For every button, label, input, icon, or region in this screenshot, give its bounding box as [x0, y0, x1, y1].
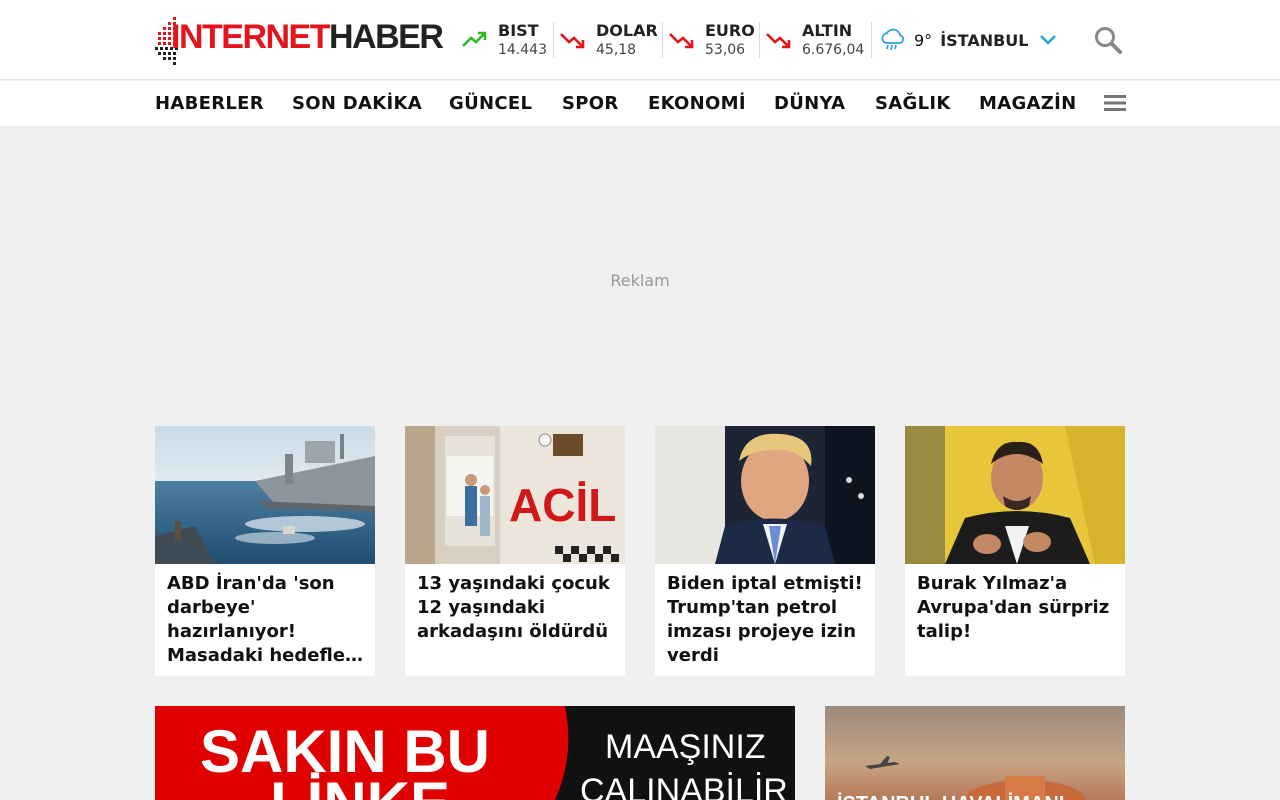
ticker-dolar[interactable]: DOLAR 45,18: [560, 20, 658, 60]
news-thumbnail: ACİL: [405, 426, 625, 564]
weather-temp: 9°: [914, 30, 933, 50]
ad-slot: Reklam: [0, 126, 1280, 426]
ticker-value: 45,18: [596, 42, 637, 58]
logo-wordmark: INTERNETHABER: [171, 17, 444, 57]
trend-down-icon: [766, 33, 791, 49]
news-card[interactable]: Burak Yılmaz'a Avrupa'dan sürpriz talip!: [905, 426, 1125, 676]
news-title[interactable]: 13 yaşındaki çocuk 12 yaşındaki arkadaşı…: [417, 572, 617, 644]
banner-text-4: ÇALINABİLİR: [580, 772, 788, 800]
site-logo[interactable]: INTERNETHABER: [155, 15, 444, 65]
side-card-text: İSTANBUL HAVALİMANI: [837, 792, 1064, 800]
ticker-value: 6.676,04: [802, 42, 865, 58]
news-title[interactable]: Burak Yılmaz'a Avrupa'dan sürpriz talip!: [917, 572, 1117, 644]
trend-up-icon: [462, 31, 487, 47]
banner-text-3: MAAŞINIZ: [605, 728, 766, 766]
weather-widget[interactable]: 9° İSTANBUL: [880, 24, 1057, 56]
ticker-value: 53,06: [705, 42, 746, 58]
logo-text-red: INTERNET: [171, 18, 331, 56]
ticker-value: 14.443: [498, 42, 547, 58]
header: INTERNETHABER BIST 14.443 DOLAR 45,18 EU…: [0, 0, 1280, 80]
main-nav: HABERLER SON DAKİKA GÜNCEL SPOR EKONOMİ …: [0, 81, 1280, 126]
trend-down-icon: [669, 33, 694, 49]
news-card[interactable]: Biden iptal etmişti! Trump'tan petrol im…: [655, 426, 875, 676]
nav-item-son-dakika[interactable]: SON DAKİKA: [292, 93, 422, 115]
news-thumbnail: [905, 426, 1125, 564]
divider: [759, 22, 760, 58]
acil-sign-text: ACİL: [509, 479, 616, 531]
news-title[interactable]: ABD İran'da 'son darbeye' hazırlanıyor! …: [167, 572, 367, 668]
nav-item-guncel[interactable]: GÜNCEL: [449, 93, 532, 115]
nav-item-dunya[interactable]: DÜNYA: [774, 93, 845, 115]
rain-cloud-icon: [881, 28, 904, 51]
news-thumbnail: [155, 426, 375, 564]
nav-item-spor[interactable]: SPOR: [562, 93, 619, 115]
ticker-bist[interactable]: BIST 14.443: [462, 20, 547, 60]
news-title[interactable]: Biden iptal etmişti! Trump'tan petrol im…: [667, 572, 867, 668]
ticker-name: BIST: [498, 21, 539, 40]
ticker-name: ALTIN: [802, 21, 853, 40]
nav-item-haberler[interactable]: HABERLER: [155, 93, 264, 115]
news-card[interactable]: ABD İran'da 'son darbeye' hazırlanıyor! …: [155, 426, 375, 676]
nav-item-saglik[interactable]: SAĞLIK: [875, 93, 951, 115]
nav-item-magazin[interactable]: MAGAZİN: [979, 93, 1076, 115]
nav-item-ekonomi[interactable]: EKONOMİ: [648, 93, 746, 115]
ticker-euro[interactable]: EURO 53,06: [669, 20, 755, 60]
trend-down-icon: [560, 33, 585, 49]
weather-city: İSTANBUL: [940, 30, 1029, 50]
divider: [553, 22, 554, 58]
news-card[interactable]: ACİL 13 yaşındaki çocuk 12 yaşındaki ark…: [405, 426, 625, 676]
chevron-down-icon[interactable]: [1039, 34, 1057, 46]
divider: [871, 22, 872, 58]
ticker-name: EURO: [705, 21, 755, 40]
logo-text-dark: HABER: [329, 18, 444, 56]
divider: [662, 22, 663, 58]
hamburger-menu-icon[interactable]: [1104, 94, 1126, 112]
ticker-altin[interactable]: ALTIN 6.676,04: [766, 20, 864, 60]
banner-text-2: LİNKE: [270, 770, 450, 800]
search-icon[interactable]: [1093, 25, 1123, 55]
ad-label: Reklam: [610, 271, 670, 290]
side-news-card[interactable]: İSTANBUL HAVALİMANI: [825, 706, 1125, 800]
news-thumbnail: [655, 426, 875, 564]
ticker-name: DOLAR: [596, 21, 658, 40]
promo-banner[interactable]: SAKIN BU LİNKE MAAŞINIZ ÇALINABİLİR: [155, 706, 795, 800]
